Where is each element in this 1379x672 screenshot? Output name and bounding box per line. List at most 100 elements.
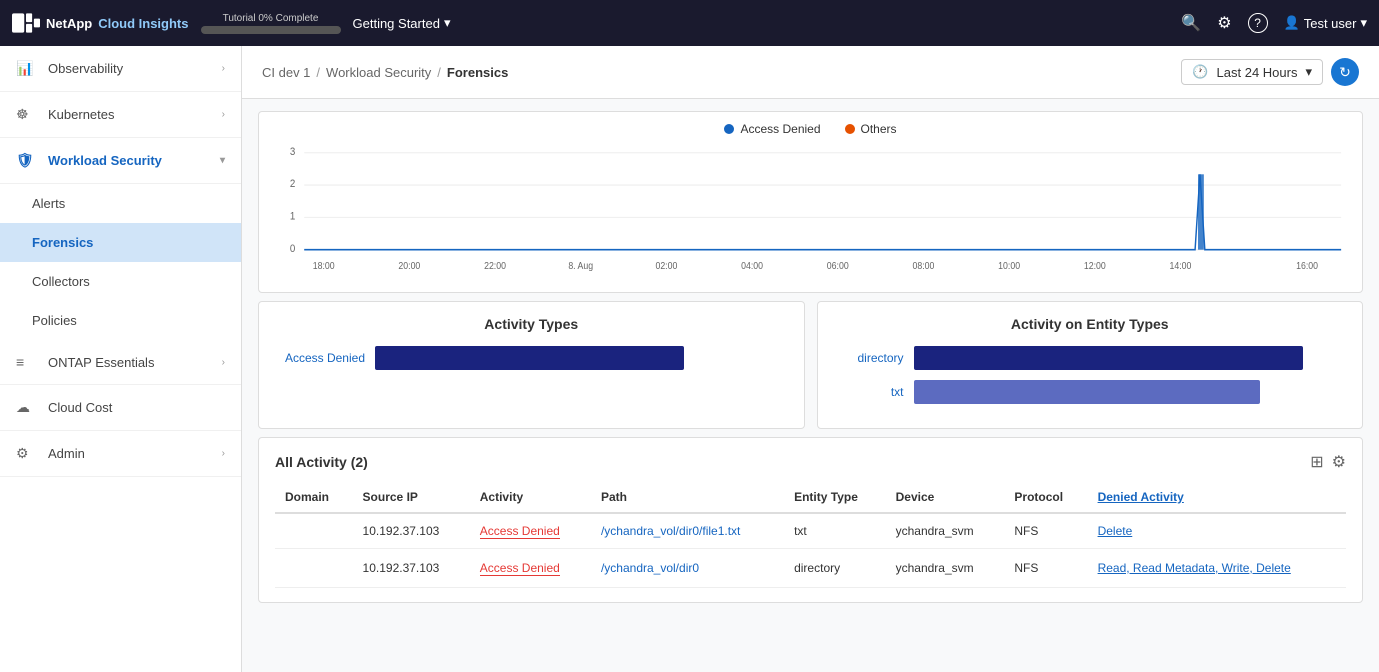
sidebar-item-observability[interactable]: 📊 Observability › — [0, 46, 241, 92]
cell-domain-2 — [275, 549, 353, 588]
cell-activity-1[interactable]: Access Denied — [470, 513, 591, 549]
app-name: Cloud Insights — [98, 16, 188, 31]
col-entity-type: Entity Type — [784, 482, 886, 513]
chart-canvas: 3 2 1 0 18:00 20:00 22:00 8. Aug 02:00 0… — [275, 142, 1346, 282]
sidebar-item-workload-security[interactable]: 🛡 Workload Security ▾ — [0, 138, 241, 184]
col-domain: Domain — [275, 482, 353, 513]
user-name-label: Test user — [1304, 16, 1357, 31]
svg-text:22:00: 22:00 — [484, 261, 506, 271]
cloud-cost-icon: ☁ — [16, 399, 38, 416]
legend-dot-access-denied — [724, 124, 734, 134]
svg-text:8. Aug: 8. Aug — [568, 261, 593, 271]
chart-legend: Access Denied Others — [275, 122, 1346, 136]
sidebar-sub-label-alerts: Alerts — [32, 196, 65, 211]
chevron-right-icon-k8s: › — [222, 109, 225, 120]
tutorial-progress-track — [201, 26, 341, 34]
cell-source-ip-1: 10.192.37.103 — [353, 513, 470, 549]
cell-path-1[interactable]: /ychandra_vol/dir0/file1.txt — [591, 513, 784, 549]
getting-started-label: Getting Started — [353, 16, 440, 31]
entity-bar-row-txt: txt — [834, 380, 1347, 404]
breadcrumb-workload-security[interactable]: Workload Security — [326, 65, 431, 80]
col-denied-activity: Denied Activity — [1088, 482, 1346, 513]
legend-dot-others — [845, 124, 855, 134]
time-filter-selector[interactable]: 🕐 Last 24 Hours ▾ — [1181, 59, 1323, 85]
cell-denied-2[interactable]: Read, Read Metadata, Write, Delete — [1088, 549, 1346, 588]
getting-started-button[interactable]: Getting Started ▾ — [353, 15, 451, 31]
sidebar-item-label-admin: Admin — [48, 446, 85, 461]
svg-text:12:00: 12:00 — [1084, 261, 1106, 271]
cell-activity-2[interactable]: Access Denied — [470, 549, 591, 588]
refresh-button[interactable]: ↻ — [1331, 58, 1359, 86]
search-icon[interactable]: 🔍 — [1181, 13, 1201, 33]
activity-table: Domain Source IP Activity Path Entity Ty… — [275, 482, 1346, 588]
sidebar-item-cloud-cost[interactable]: ☁ Cloud Cost — [0, 385, 241, 431]
user-icon: 👤 — [1284, 15, 1300, 31]
cell-path-2[interactable]: /ychandra_vol/dir0 — [591, 549, 784, 588]
settings-icon[interactable]: ⚙ — [1217, 13, 1231, 33]
table-header-row: All Activity (2) ⊞ ⚙ — [275, 452, 1346, 472]
svg-text:2: 2 — [290, 179, 296, 191]
table-settings-button[interactable]: ⚙ — [1332, 452, 1346, 472]
svg-text:1: 1 — [290, 211, 296, 223]
path-link-2[interactable]: /ychandra_vol/dir0 — [601, 561, 699, 575]
entity-bar-label-txt[interactable]: txt — [834, 385, 904, 399]
table-header: Domain Source IP Activity Path Entity Ty… — [275, 482, 1346, 513]
chevron-down-icon: ▾ — [444, 15, 451, 31]
kubernetes-icon: ☸ — [16, 106, 38, 123]
sidebar-sub-item-forensics[interactable]: Forensics — [0, 223, 241, 262]
cell-entity-type-1: txt — [784, 513, 886, 549]
cell-protocol-1: NFS — [1004, 513, 1087, 549]
user-menu[interactable]: 👤 Test user ▾ — [1284, 15, 1367, 31]
svg-text:0: 0 — [290, 243, 296, 255]
legend-label-others: Others — [861, 122, 897, 136]
sidebar-item-label-cloud-cost: Cloud Cost — [48, 400, 112, 415]
svg-text:04:00: 04:00 — [741, 261, 763, 271]
top-navigation: NetApp Cloud Insights Tutorial 0% Comple… — [0, 0, 1379, 46]
tutorial-progress-bar: Tutorial 0% Complete — [201, 13, 341, 34]
sidebar-sub-item-collectors[interactable]: Collectors — [0, 262, 241, 301]
table-row: 10.192.37.103 Access Denied /ychandra_vo… — [275, 549, 1346, 588]
main-content: CI dev 1 / Workload Security / Forensics… — [242, 46, 1379, 672]
entity-types-title: Activity on Entity Types — [834, 316, 1347, 332]
activity-charts-row: Activity Types Access Denied Activity on… — [258, 301, 1363, 429]
activity-badge-2[interactable]: Access Denied — [480, 561, 560, 576]
col-device: Device — [886, 482, 1005, 513]
col-activity: Activity — [470, 482, 591, 513]
cell-denied-1[interactable]: Delete — [1088, 513, 1346, 549]
sidebar-item-kubernetes[interactable]: ☸ Kubernetes › — [0, 92, 241, 138]
sidebar-item-label-ontap: ONTAP Essentials — [48, 355, 154, 370]
entity-bar-fill-directory — [914, 346, 1303, 370]
activity-types-panel: Activity Types Access Denied — [258, 301, 805, 429]
help-icon[interactable]: ? — [1248, 13, 1268, 33]
sidebar-item-admin[interactable]: ⚙ Admin › — [0, 431, 241, 477]
breadcrumb-forensics: Forensics — [447, 65, 508, 80]
path-link-1[interactable]: /ychandra_vol/dir0/file1.txt — [601, 524, 740, 538]
activity-badge-1[interactable]: Access Denied — [480, 524, 560, 539]
time-filter-chevron: ▾ — [1305, 64, 1312, 80]
cell-domain-1 — [275, 513, 353, 549]
activity-bar-label[interactable]: Access Denied — [275, 351, 365, 365]
sidebar-sub-item-policies[interactable]: Policies — [0, 301, 241, 340]
cell-source-ip-2: 10.192.37.103 — [353, 549, 470, 588]
breadcrumb-sep-2: / — [437, 65, 441, 80]
table-columns-button[interactable]: ⊞ — [1310, 452, 1323, 472]
activity-bar-track — [375, 346, 788, 370]
user-chevron-icon: ▾ — [1360, 15, 1367, 31]
entity-bar-label-directory[interactable]: directory — [834, 351, 904, 365]
denied-activity-link-1[interactable]: Delete — [1098, 524, 1133, 538]
svg-text:16:00: 16:00 — [1296, 261, 1318, 271]
col-protocol: Protocol — [1004, 482, 1087, 513]
entity-bar-track-txt — [914, 380, 1347, 404]
breadcrumb-ci-dev[interactable]: CI dev 1 — [262, 65, 310, 80]
time-filter-label: Last 24 Hours — [1217, 65, 1298, 80]
top-nav-icons: 🔍 ⚙ ? 👤 Test user ▾ — [1181, 13, 1367, 33]
svg-text:10:00: 10:00 — [998, 261, 1020, 271]
col-source-ip: Source IP — [353, 482, 470, 513]
app-logo[interactable]: NetApp Cloud Insights — [12, 13, 189, 33]
denied-activity-link-2[interactable]: Read, Read Metadata, Write, Delete — [1098, 561, 1291, 575]
svg-text:18:00: 18:00 — [313, 261, 335, 271]
sidebar-sub-item-alerts[interactable]: Alerts — [0, 184, 241, 223]
sidebar-item-ontap-essentials[interactable]: ≡ ONTAP Essentials › — [0, 340, 241, 385]
svg-text:02:00: 02:00 — [655, 261, 677, 271]
svg-text:20:00: 20:00 — [398, 261, 420, 271]
